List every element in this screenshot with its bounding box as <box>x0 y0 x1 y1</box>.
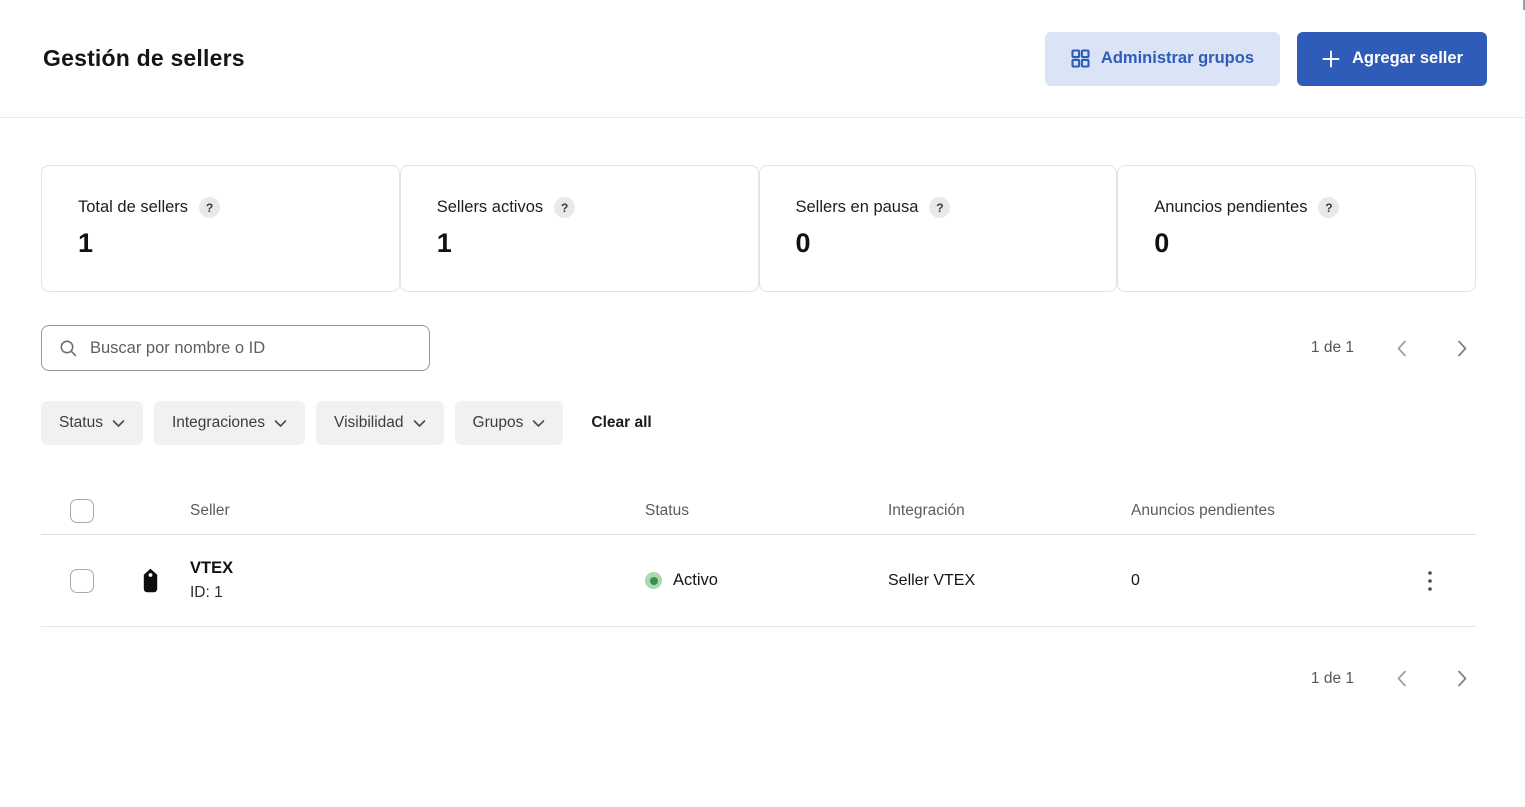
filters-row: Status Integraciones Visibilidad Grupos <box>41 401 1476 445</box>
next-page-button[interactable] <box>1447 334 1476 363</box>
stat-value: 0 <box>796 228 1097 259</box>
seller-cell[interactable]: VTEX ID: 1 <box>190 559 645 602</box>
page-header: Gestión de sellers Administrar grupos <box>0 0 1525 118</box>
pagination-label: 1 de 1 <box>1311 670 1354 688</box>
stat-label: Anuncios pendientes <box>1154 198 1307 217</box>
chevron-down-icon <box>532 419 545 428</box>
row-checkbox[interactable] <box>70 569 94 593</box>
filter-visibility[interactable]: Visibilidad <box>316 401 444 445</box>
tag-icon <box>142 568 159 593</box>
filter-integrations[interactable]: Integraciones <box>154 401 305 445</box>
status-active-icon <box>645 572 662 589</box>
stat-card-total-sellers: Total de sellers ? 1 <box>41 165 400 292</box>
search-input[interactable] <box>90 339 415 358</box>
column-header-status: Status <box>645 502 888 520</box>
filter-label: Grupos <box>473 414 524 432</box>
filter-label: Status <box>59 414 103 432</box>
help-icon[interactable]: ? <box>554 197 575 218</box>
stat-label: Sellers en pausa <box>796 198 919 217</box>
stat-card-active-sellers: Sellers activos ? 1 <box>400 165 759 292</box>
clear-all-filters-button[interactable]: Clear all <box>591 414 651 432</box>
filter-label: Visibilidad <box>334 414 404 432</box>
stat-label: Total de sellers <box>78 198 188 217</box>
chevron-down-icon <box>112 419 125 428</box>
row-actions-button[interactable] <box>1419 564 1441 598</box>
top-pagination: 1 de 1 <box>1311 334 1476 363</box>
table-header-row: Seller Status Integración Anuncios pendi… <box>41 487 1476 535</box>
next-page-button[interactable] <box>1447 664 1476 693</box>
column-header-seller: Seller <box>190 502 645 520</box>
search-icon <box>59 339 78 358</box>
filter-groups[interactable]: Grupos <box>455 401 564 445</box>
prev-page-button[interactable] <box>1388 334 1417 363</box>
filter-status[interactable]: Status <box>41 401 143 445</box>
prev-page-button[interactable] <box>1388 664 1417 693</box>
stat-value: 0 <box>1154 228 1455 259</box>
plus-icon <box>1321 49 1341 69</box>
main-content: Total de sellers ? 1 Sellers activos ? 1… <box>0 165 1525 693</box>
stat-label: Sellers activos <box>437 198 543 217</box>
manage-groups-button[interactable]: Administrar grupos <box>1045 32 1280 86</box>
chevron-down-icon <box>274 419 287 428</box>
seller-id: ID: 1 <box>190 584 645 602</box>
stat-card-pending-listings: Anuncios pendientes ? 0 <box>1117 165 1476 292</box>
filter-label: Integraciones <box>172 414 265 432</box>
integration-cell: Seller VTEX <box>888 572 1131 590</box>
column-header-pending: Anuncios pendientes <box>1131 502 1419 520</box>
stats-row: Total de sellers ? 1 Sellers activos ? 1… <box>41 165 1476 292</box>
search-toolbar: 1 de 1 <box>41 325 1476 371</box>
header-actions: Administrar grupos Agregar seller <box>1045 32 1487 86</box>
search-box <box>41 325 430 371</box>
help-icon[interactable]: ? <box>929 197 950 218</box>
table-row: VTEX ID: 1 Activo Seller VTEX 0 <box>41 535 1476 627</box>
stat-card-paused-sellers: Sellers en pausa ? 0 <box>759 165 1118 292</box>
sellers-table: Seller Status Integración Anuncios pendi… <box>41 487 1476 627</box>
seller-management-page: Gestión de sellers Administrar grupos <box>0 0 1525 807</box>
column-header-integration: Integración <box>888 502 1131 520</box>
status-text: Activo <box>673 571 718 590</box>
chevron-down-icon <box>413 419 426 428</box>
footer: 1 de 1 <box>41 664 1476 693</box>
kebab-icon <box>1427 570 1433 592</box>
seller-name: VTEX <box>190 559 645 578</box>
bottom-pagination: 1 de 1 <box>1311 664 1476 693</box>
grid-icon <box>1071 49 1090 68</box>
manage-groups-label: Administrar grupos <box>1101 49 1254 68</box>
page-title: Gestión de sellers <box>43 45 245 72</box>
status-cell: Activo <box>645 571 888 590</box>
add-seller-button[interactable]: Agregar seller <box>1297 32 1487 86</box>
add-seller-label: Agregar seller <box>1352 49 1463 68</box>
stat-value: 1 <box>78 228 379 259</box>
help-icon[interactable]: ? <box>1318 197 1339 218</box>
select-all-checkbox[interactable] <box>70 499 94 523</box>
pagination-label: 1 de 1 <box>1311 339 1354 357</box>
help-icon[interactable]: ? <box>199 197 220 218</box>
stat-value: 1 <box>437 228 738 259</box>
pending-listings-cell: 0 <box>1131 572 1419 590</box>
